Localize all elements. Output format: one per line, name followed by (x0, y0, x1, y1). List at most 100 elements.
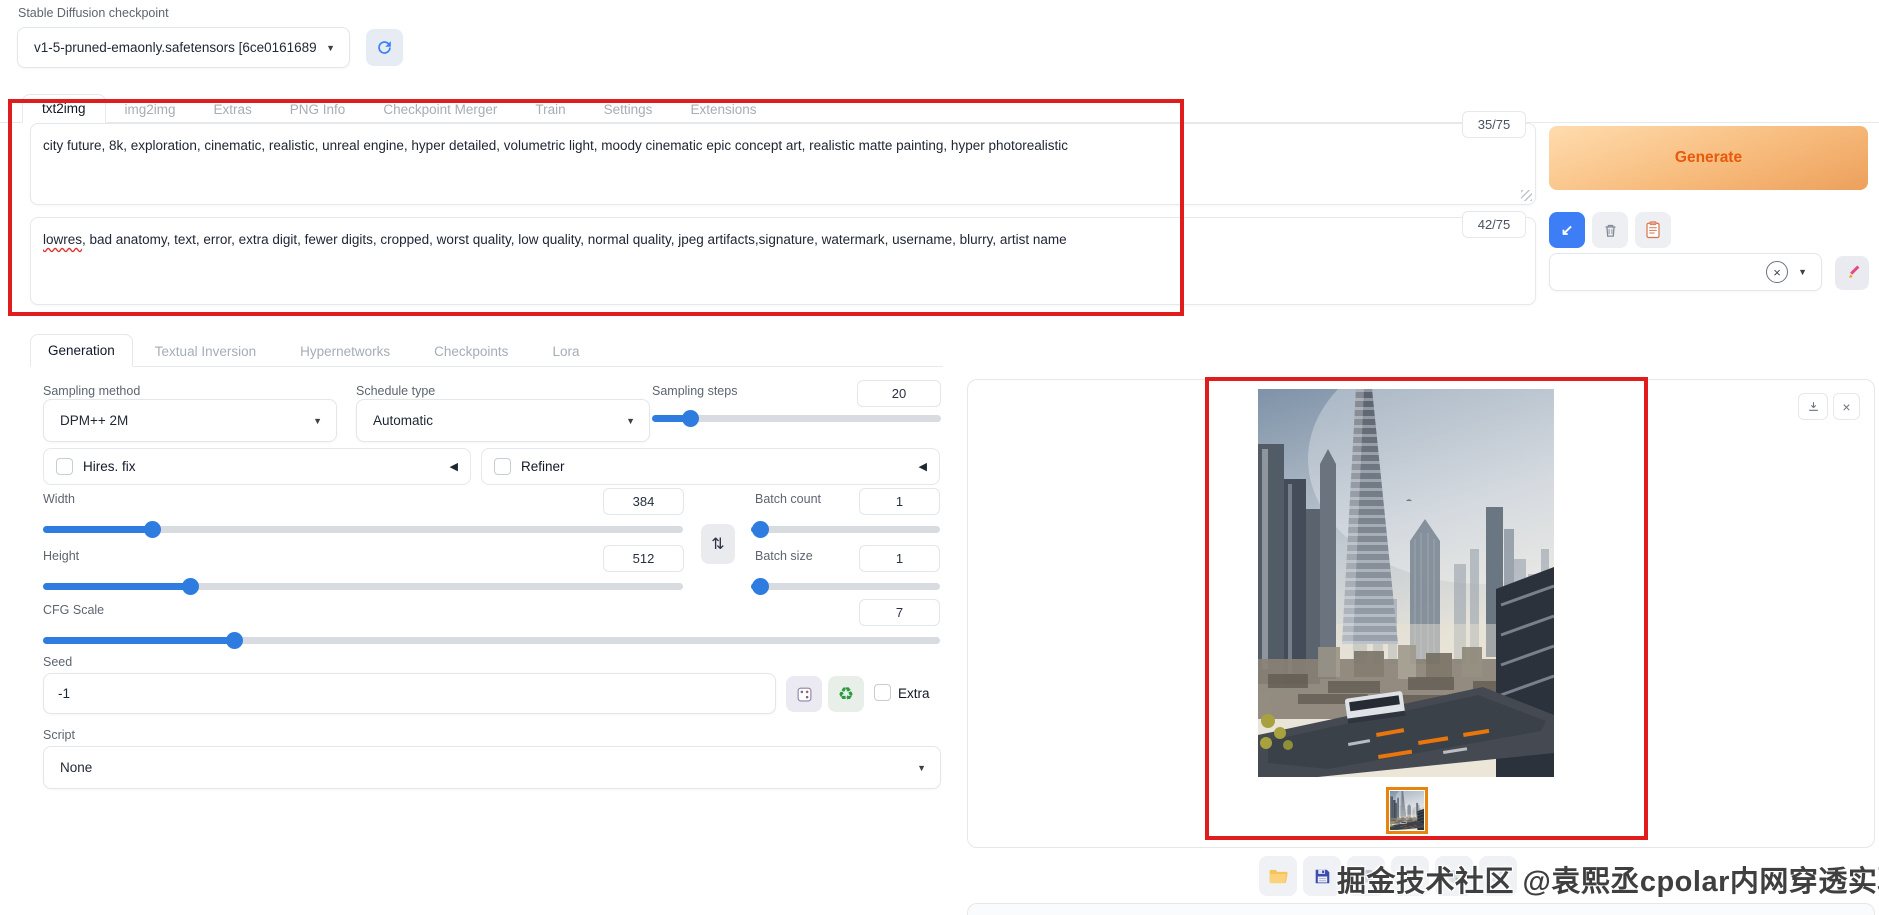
sampling-steps-value[interactable]: 20 (857, 380, 941, 407)
main-tabs: txt2img img2img Extras PNG Info Checkpoi… (22, 92, 775, 123)
open-folder-button[interactable] (1259, 856, 1297, 896)
extra-seed-label: Extra (898, 686, 930, 701)
refiner-checkbox[interactable] (494, 458, 511, 475)
tab-extras[interactable]: Extras (195, 96, 271, 123)
tab-generation[interactable]: Generation (30, 334, 133, 367)
tab-settings[interactable]: Settings (585, 96, 672, 123)
random-seed-button[interactable] (786, 676, 822, 712)
dice-icon (797, 687, 812, 702)
download-image-button[interactable] (1798, 393, 1828, 420)
chevron-down-icon: ▼ (1798, 267, 1807, 277)
tab-png-info[interactable]: PNG Info (271, 96, 365, 123)
height-label: Height (43, 549, 80, 563)
batch-size-label: Batch size (755, 549, 813, 563)
checkpoint-select[interactable]: v1-5-pruned-emaonly.safetensors [6ce0161… (17, 27, 350, 68)
gallery-thumbnail-selected[interactable] (1386, 787, 1428, 834)
hires-fix-label: Hires. fix (83, 459, 136, 474)
schedule-type-value: Automatic (373, 413, 434, 428)
chevron-down-icon: ▼ (917, 762, 926, 773)
sampling-method-select[interactable]: DPM++ 2M ▼ (43, 399, 337, 442)
folder-icon (1268, 868, 1288, 885)
refresh-checkpoint-button[interactable] (366, 29, 403, 66)
watermark-text: 掘金技术社区 @袁熙丞cpolar内网穿透实验室 (1337, 866, 1879, 898)
sampling-steps-label: Sampling steps (652, 384, 738, 398)
collapse-left-icon: ◀ (918, 461, 927, 473)
edit-styles-button[interactable] (1835, 256, 1869, 290)
script-value: None (60, 760, 93, 775)
tab-train[interactable]: Train (516, 96, 584, 123)
save-image-button[interactable] (1303, 856, 1341, 896)
seed-input[interactable]: -1 (43, 673, 776, 714)
paste-parameters-button[interactable]: ↙ (1549, 212, 1585, 248)
generate-button-label: Generate (1674, 149, 1743, 166)
chevron-down-icon: ▼ (326, 42, 335, 53)
batch-count-slider[interactable] (751, 521, 940, 538)
schedule-type-select[interactable]: Automatic ▼ (356, 399, 650, 442)
close-gallery-button[interactable]: × (1833, 393, 1860, 420)
apply-styles-button[interactable] (1635, 212, 1671, 248)
checkpoint-label: Stable Diffusion checkpoint (18, 6, 169, 20)
height-slider[interactable] (43, 578, 683, 595)
cfg-scale-label: CFG Scale (43, 603, 105, 617)
prompt-token-counter: 35/75 (1462, 111, 1526, 138)
chevron-down-icon: ▼ (626, 415, 635, 426)
sampling-method-label: Sampling method (43, 384, 141, 398)
clear-prompt-button[interactable] (1592, 212, 1628, 248)
width-value[interactable]: 384 (603, 488, 684, 515)
checkpoint-value: v1-5-pruned-emaonly.safetensors [6ce0161… (34, 40, 317, 55)
sampling-method-value: DPM++ 2M (60, 413, 129, 428)
tab-textual-inversion[interactable]: Textual Inversion (133, 336, 278, 367)
sampling-steps-slider[interactable] (652, 410, 941, 427)
width-slider[interactable] (43, 521, 683, 538)
refresh-icon (375, 38, 394, 57)
recycle-icon: ♻ (837, 683, 855, 704)
negative-prompt-input[interactable]: lowres, bad anatomy, text, error, extra … (30, 217, 1536, 305)
refiner-label: Refiner (521, 459, 565, 474)
width-label: Width (43, 492, 75, 506)
arrow-down-left-icon: ↙ (1560, 222, 1574, 239)
tab-extensions[interactable]: Extensions (671, 96, 775, 123)
tab-img2img[interactable]: img2img (106, 96, 195, 123)
script-select[interactable]: None ▼ (43, 746, 941, 789)
tab-checkpoints[interactable]: Checkpoints (412, 336, 530, 367)
extra-seed-checkbox[interactable] (874, 684, 891, 701)
swap-icon: ⇅ (711, 536, 725, 553)
sub-tabs: Generation Textual Inversion Hypernetwor… (30, 331, 601, 367)
refiner-panel[interactable]: Refiner ◀ (481, 448, 940, 485)
negative-prompt-text: , bad anatomy, text, error, extra digit,… (82, 232, 1067, 247)
script-label: Script (43, 728, 75, 742)
floppy-disk-icon (1314, 868, 1331, 885)
tab-checkpoint-merger[interactable]: Checkpoint Merger (364, 96, 516, 123)
prompt-input[interactable]: city future, 8k, exploration, cinematic,… (30, 123, 1536, 205)
batch-size-slider[interactable] (751, 578, 940, 595)
negative-prompt-token-counter: 42/75 (1462, 211, 1526, 238)
tab-txt2img[interactable]: txt2img (22, 94, 106, 123)
generate-button[interactable]: Generate (1549, 126, 1868, 190)
batch-count-value[interactable]: 1 (859, 488, 940, 515)
generated-image[interactable] (1258, 389, 1554, 777)
chevron-down-icon: ▼ (313, 415, 322, 426)
cfg-scale-value[interactable]: 7 (859, 599, 940, 626)
tab-lora[interactable]: Lora (530, 336, 601, 367)
trash-icon (1602, 222, 1619, 239)
schedule-type-label: Schedule type (356, 384, 436, 398)
clear-styles-icon[interactable]: × (1766, 261, 1789, 283)
prompt-resize-handle[interactable] (1521, 190, 1532, 201)
hires-fix-panel[interactable]: Hires. fix ◀ (43, 448, 471, 485)
cfg-scale-slider[interactable] (43, 632, 940, 649)
stable-diffusion-webui: Stable Diffusion checkpoint v1-5-pruned-… (0, 0, 1879, 915)
tab-hypernetworks[interactable]: Hypernetworks (278, 336, 412, 367)
height-value[interactable]: 512 (603, 545, 684, 572)
batch-count-label: Batch count (755, 492, 822, 506)
batch-size-value[interactable]: 1 (859, 545, 940, 572)
swap-dimensions-button[interactable]: ⇅ (701, 524, 735, 564)
styles-select[interactable]: × ▼ (1549, 253, 1822, 291)
close-icon: × (1842, 398, 1851, 415)
paintbrush-icon (1843, 264, 1861, 282)
download-icon (1807, 400, 1820, 413)
negative-prompt-misspelled-word: lowres (43, 232, 83, 247)
reuse-seed-button[interactable]: ♻ (828, 676, 864, 712)
clipboard-icon (1645, 221, 1661, 239)
generation-info-panel-edge (967, 903, 1875, 915)
hires-fix-checkbox[interactable] (56, 458, 73, 475)
